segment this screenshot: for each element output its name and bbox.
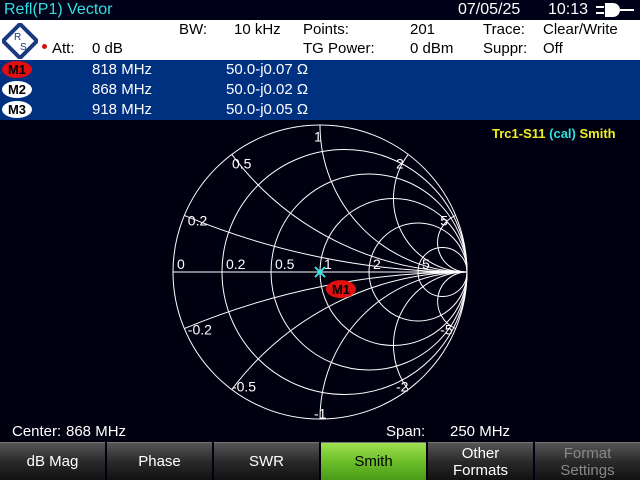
resistance-label: 0.5 [275,256,295,272]
frequency-info: Center: 868 MHz Span: 250 MHz [0,422,640,442]
att-value: 0 dB [92,40,123,57]
marker-row[interactable]: M2 868 MHz 50.0-j0.02 Ω [0,80,640,100]
swr-button[interactable]: SWR [214,442,319,480]
svg-text:S: S [20,42,27,53]
span-label: Span: [386,423,426,440]
reactance-label: 0.5 [232,156,252,172]
marker-value: 50.0-j0.05 Ω [226,101,309,118]
marker-table: M1 818 MHz 50.0-j0.07 Ω M2 868 MHz 50.0-… [0,60,640,120]
center-value[interactable]: 868 MHz [66,423,126,440]
trace-value: Clear/Write [543,21,618,38]
reactance-label: 1 [314,128,322,144]
db-mag-button[interactable]: dB Mag [0,442,105,480]
marker-frequency: 818 MHz [92,61,153,78]
smith-chart[interactable]: 0 0.2 0.5 1 2 5 0.2 0.5 1 2 5 -0.2 -0.5 -1 -2 -5 M1 [0,120,640,420]
time: 10:13 [548,1,589,18]
span-value[interactable]: 250 MHz [450,423,510,440]
reactance-label: -1 [314,406,327,420]
bw-label: BW: [179,21,208,38]
app-title: Refl(P1) Vector [4,1,113,18]
other-formats-button[interactable]: Other Formats [428,442,533,480]
points-label: Points: [303,21,349,38]
marker-frequency: 868 MHz [92,81,153,98]
marker-row[interactable]: M3 918 MHz 50.0-j0.05 Ω [0,100,640,120]
marker-badge: M3 [2,101,32,118]
phase-button[interactable]: Phase [107,442,212,480]
date: 07/05/25 [458,1,521,18]
suppr-value: Off [543,40,563,57]
reactance-label: 0.2 [188,212,208,228]
reactance-label: -0.2 [188,322,212,338]
resistance-label: 0.2 [226,256,246,272]
marker-row[interactable]: M1 818 MHz 50.0-j0.07 Ω [0,60,640,80]
reactance-arc [393,154,468,273]
marker-m1-label: M1 [332,282,350,297]
tg-power-label: TG Power: [303,40,375,57]
power-plug-icon [596,3,634,17]
att-label: Att: [52,40,75,57]
rs-logo: RS [2,23,38,59]
suppr-label: Suppr: [483,40,528,57]
resistance-label: 5 [422,256,430,272]
title-bar: Refl(P1) Vector 07/05/25 10:13 [0,0,640,20]
bw-value: 10 kHz [234,21,281,38]
trace-label: Trace: [483,21,525,38]
reactance-label: 2 [396,156,404,172]
settings-panel: RS Att: 0 dB BW: 10 kHz Points: 201 TG P… [0,20,640,60]
marker-badge: M2 [2,81,32,98]
center-label: Center: [12,423,62,440]
points-value: 201 [410,21,436,38]
tg-power-value: 0 dBm [410,40,454,57]
smith-button[interactable]: Smith [321,442,426,480]
marker-value: 50.0-j0.02 Ω [226,81,309,98]
softkey-bar: dB Mag Phase SWR Smith Other Formats For… [0,442,640,480]
marker-value: 50.0-j0.07 Ω [226,61,309,78]
marker-frequency: 918 MHz [92,101,153,118]
att-indicator-dot [42,44,47,49]
reactance-label: -0.5 [232,378,256,394]
reactance-label: -5 [440,322,453,338]
resistance-label: 0 [177,256,185,272]
marker-badge: M1 [2,61,32,78]
reactance-label: -2 [396,378,409,394]
format-settings-button: Format Settings [535,442,640,480]
reactance-label: 5 [440,212,448,228]
resistance-label: 2 [373,256,381,272]
reactance-arc [393,271,468,390]
resistance-label: 1 [324,256,332,272]
